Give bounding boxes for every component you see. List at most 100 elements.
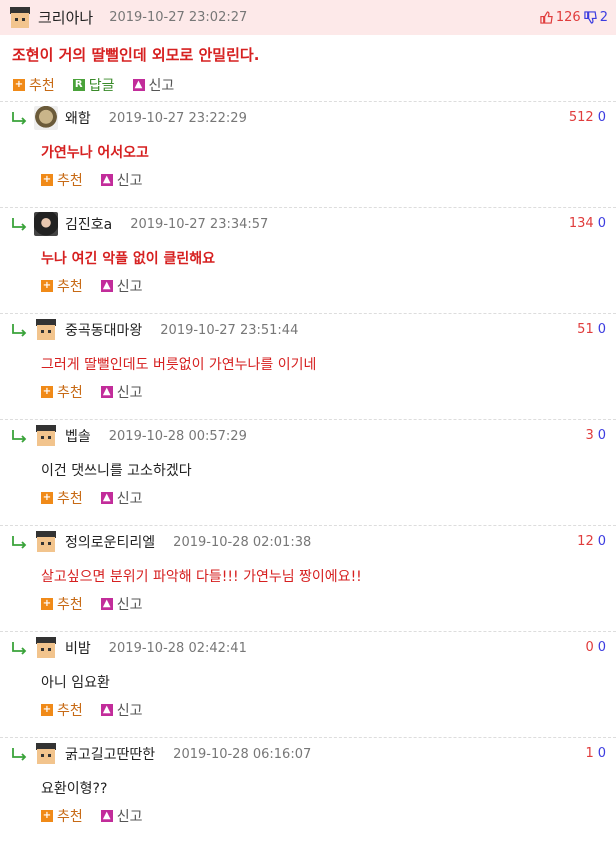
reply-item: 왜함 2019-10-27 23:22:29 512 0 가연누나 어서오고 + 추천 ▲ 신고 (0, 101, 616, 207)
reply-header: 왜함 2019-10-27 23:22:29 512 0 (0, 102, 616, 134)
reply-item: 정의로운티리엘 2019-10-28 02:01:38 12 0 살고싶으면 분위기 파… (0, 525, 616, 631)
recommend-button[interactable]: + 추천 (41, 382, 83, 402)
reply-date: 2019-10-28 02:42:41 (108, 640, 247, 656)
downvote-count: 0 (597, 746, 606, 761)
alarm-icon: ▲ (100, 280, 113, 292)
thumbs-down-icon[interactable] (584, 11, 597, 24)
reply-arrow-icon (12, 748, 27, 761)
avatar[interactable] (34, 530, 58, 554)
reply-vote-counts: 51 0 (577, 322, 606, 337)
upvote-count: 134 (568, 216, 594, 231)
downvote-count: 0 (597, 534, 606, 549)
reply-author[interactable]: 비밤 (65, 638, 91, 658)
reply-actions: + 추천 ▲ 신고 (0, 488, 616, 508)
report-button[interactable]: ▲ 신고 (100, 806, 143, 826)
reply-list: 왜함 2019-10-27 23:22:29 512 0 가연누나 어서오고 + 추천 ▲ 신고… (0, 101, 616, 843)
downvote-count: 0 (597, 110, 606, 125)
reply-vote-counts: 512 0 (569, 110, 606, 125)
comment-author[interactable]: 크리아나 (38, 7, 93, 28)
plus-icon: + (41, 598, 53, 610)
recommend-button[interactable]: + 추천 (41, 276, 83, 296)
reply-header: 정의로운티리엘 2019-10-28 02:01:38 12 0 (0, 526, 616, 558)
recommend-button[interactable]: + 추천 (41, 488, 83, 508)
reply-author[interactable]: 김진호a (65, 214, 112, 234)
reply-arrow-icon (12, 218, 27, 231)
recommend-button[interactable]: + 추천 (41, 806, 83, 826)
report-button[interactable]: ▲ 신고 (100, 488, 143, 508)
reply-header: 비밤 2019-10-28 02:42:41 0 0 (0, 632, 616, 664)
reply-author[interactable]: 정의로운티리엘 (65, 532, 155, 552)
reply-date: 2019-10-27 23:51:44 (160, 322, 299, 338)
reply-item: 벱솔 2019-10-28 00:57:29 3 0 이건 댓쓰니를 고소하겠다 + 추천 ▲… (0, 419, 616, 525)
comment-date: 2019-10-27 23:02:27 (109, 10, 248, 25)
report-button[interactable]: ▲ 신고 (100, 276, 143, 296)
recommend-button[interactable]: + 추천 (41, 594, 83, 614)
report-button[interactable]: ▲ 신고 (100, 700, 143, 720)
reply-body: 이건 댓쓰니를 고소하겠다 (41, 463, 192, 479)
avatar[interactable] (34, 318, 58, 342)
reply-date: 2019-10-27 23:22:29 (108, 110, 247, 126)
alarm-icon: ▲ (100, 704, 113, 716)
reply-arrow-icon (12, 430, 27, 443)
upvote-count: 1 (585, 746, 594, 761)
plus-icon: + (41, 810, 53, 822)
reply-arrow-icon (12, 642, 27, 655)
reply-header: 벱솔 2019-10-28 00:57:29 3 0 (0, 420, 616, 452)
avatar[interactable] (34, 742, 58, 766)
report-button[interactable]: ▲ 신고 (100, 382, 143, 402)
reply-vote-counts: 12 0 (577, 534, 606, 549)
reply-actions: + 추천 ▲ 신고 (0, 382, 616, 402)
reply-header: 굵고길고딴딴한 2019-10-28 06:16:07 1 0 (0, 738, 616, 770)
alarm-icon: ▲ (100, 492, 113, 504)
downvote-count: 0 (597, 640, 606, 655)
alarm-icon: ▲ (132, 79, 145, 91)
recommend-button[interactable]: + 추천 (41, 700, 83, 720)
plus-icon: + (41, 492, 53, 504)
reply-item: 김진호a 2019-10-27 23:34:57 134 0 누나 여긴 악플 없이 클… (0, 207, 616, 313)
plus-icon: + (13, 79, 25, 91)
upvote-count: 51 (577, 322, 594, 337)
report-button[interactable]: ▲ 신고 (100, 170, 143, 190)
upvote-count: 126 (555, 10, 581, 25)
reply-body: 그러게 딸뻘인데도 버릇없이 가연누나를 이기네 (41, 357, 317, 373)
comment-thread: 크리아나 2019-10-27 23:02:27 126 2 조현이 거의 딸뻘… (0, 0, 616, 843)
reply-author[interactable]: 굵고길고딴딴한 (65, 744, 155, 764)
reply-header: 중곡동대마왕 2019-10-27 23:51:44 51 0 (0, 314, 616, 346)
recommend-button[interactable]: + 추천 (13, 75, 55, 95)
avatar[interactable] (34, 106, 58, 130)
reply-vote-counts: 134 0 (569, 216, 606, 231)
reply-actions: + 추천 ▲ 신고 (0, 276, 616, 296)
plus-icon: + (41, 704, 53, 716)
reply-date: 2019-10-27 23:34:57 (130, 216, 269, 232)
reply-body: 누나 여긴 악플 없이 클린해요 (41, 251, 216, 267)
reply-date: 2019-10-28 00:57:29 (108, 428, 247, 444)
downvote-count: 0 (597, 322, 606, 337)
thumbs-up-icon[interactable] (540, 11, 553, 24)
comment-actions: + 추천 R 답글 ▲ 신고 (0, 71, 616, 101)
downvote-count: 0 (597, 216, 606, 231)
recommend-button[interactable]: + 추천 (41, 170, 83, 190)
reply-author[interactable]: 벱솔 (65, 426, 91, 446)
reply-item: 비밤 2019-10-28 02:42:41 0 0 아니 임요환 + 추천 ▲ 신고 (0, 631, 616, 737)
avatar[interactable] (8, 6, 32, 30)
reply-body: 가연누나 어서오고 (41, 145, 149, 161)
reply-vote-counts: 00 (585, 640, 606, 655)
reply-actions: + 추천 ▲ 신고 (0, 700, 616, 720)
report-button[interactable]: ▲ 신고 (100, 594, 143, 614)
alarm-icon: ▲ (100, 598, 113, 610)
reply-item: 굵고길고딴딴한 2019-10-28 06:16:07 1 0 요환이형?? + 추천 ▲ 신고 (0, 737, 616, 843)
reply-author[interactable]: 왜함 (65, 108, 91, 128)
reply-icon: R (72, 79, 85, 91)
reply-item: 중곡동대마왕 2019-10-27 23:51:44 51 0 그러게 딸뻘인데도 버릇… (0, 313, 616, 419)
reply-arrow-icon (12, 324, 27, 337)
avatar[interactable] (34, 424, 58, 448)
reply-actions: + 추천 ▲ 신고 (0, 594, 616, 614)
alarm-icon: ▲ (100, 810, 113, 822)
comment-body: 조현이 거의 딸뻘인데 외모로 안밀린다. (12, 46, 260, 64)
reply-button[interactable]: R 답글 (72, 75, 115, 95)
plus-icon: + (41, 174, 53, 186)
avatar[interactable] (34, 212, 58, 236)
avatar[interactable] (34, 636, 58, 660)
report-button[interactable]: ▲ 신고 (132, 75, 174, 95)
reply-author[interactable]: 중곡동대마왕 (65, 320, 142, 340)
